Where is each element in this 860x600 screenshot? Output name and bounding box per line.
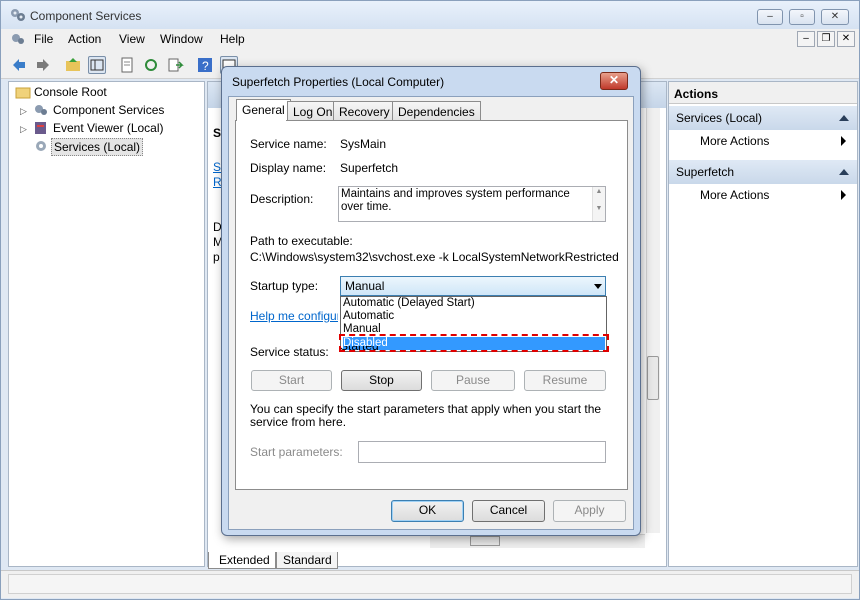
description-text: Maintains and improves system performanc… xyxy=(341,188,570,213)
services-gear-icon xyxy=(33,139,49,153)
scrollbar-thumb[interactable] xyxy=(647,356,659,400)
tab-recovery[interactable]: Recovery xyxy=(333,101,396,121)
service-status-value: Started xyxy=(340,346,379,353)
start-button[interactable]: Start xyxy=(251,370,332,391)
component-services-icon xyxy=(33,103,49,117)
description-fragment: p xyxy=(213,250,220,264)
more-actions-services[interactable]: More Actions xyxy=(700,134,769,148)
component-services-icon xyxy=(10,8,26,22)
mdi-restore-icon[interactable]: ❐ xyxy=(817,31,835,47)
description-scrollbar[interactable]: ▲ ▼ xyxy=(592,187,605,221)
pause-button[interactable]: Pause xyxy=(431,370,515,391)
expand-icon[interactable]: ▷ xyxy=(20,106,27,117)
properties-icon[interactable] xyxy=(118,56,136,74)
menu-action[interactable]: Action xyxy=(68,32,101,46)
display-name-label: Display name: xyxy=(250,161,327,175)
mdi-close-icon[interactable]: ✕ xyxy=(837,31,855,47)
hscroll-thumb[interactable] xyxy=(470,536,500,546)
tab-standard[interactable]: Standard xyxy=(283,553,332,567)
menu-file[interactable]: File xyxy=(34,32,53,46)
description-label: Description: xyxy=(250,192,314,206)
service-heading: S xyxy=(213,126,222,140)
show-hide-tree-icon[interactable] xyxy=(88,56,106,74)
mdi-minimize-icon[interactable]: ‒ xyxy=(797,31,815,47)
actions-group-label: Services (Local) xyxy=(676,111,763,125)
option-automatic-delayed[interactable]: Automatic (Delayed Start) xyxy=(343,297,605,310)
tree-item-event-viewer[interactable]: Event Viewer (Local) xyxy=(53,121,164,135)
horizontal-scrollbar[interactable] xyxy=(430,534,645,548)
highlight-box xyxy=(339,334,609,352)
back-icon[interactable] xyxy=(10,56,28,74)
status-bar-panel xyxy=(8,574,852,594)
help-configure-link[interactable]: Help me configure s xyxy=(250,309,338,323)
actions-group-services-local[interactable]: Services (Local) xyxy=(669,106,857,130)
option-automatic[interactable]: Automatic xyxy=(343,310,605,323)
folder-icon xyxy=(15,85,31,99)
submenu-arrow-icon xyxy=(841,136,846,146)
actions-title: Actions xyxy=(669,82,857,104)
cancel-button[interactable]: Cancel xyxy=(472,500,545,522)
tab-extended[interactable]: Extended xyxy=(219,553,270,567)
start-params-input[interactable] xyxy=(358,441,606,463)
service-name-label: Service name: xyxy=(250,137,327,151)
startup-type-value: Manual xyxy=(345,279,385,293)
mmc-icon[interactable] xyxy=(10,32,26,46)
submenu-arrow-icon xyxy=(841,190,846,200)
display-name-value: Superfetch xyxy=(340,161,399,175)
startup-type-select[interactable]: Manual xyxy=(340,276,606,296)
forward-icon[interactable] xyxy=(34,56,52,74)
chevron-down-icon[interactable] xyxy=(594,284,602,289)
collapse-icon[interactable] xyxy=(839,115,849,121)
start-params-note: You can specify the start parameters tha… xyxy=(250,402,602,429)
service-name-value: SysMain xyxy=(340,137,387,151)
refresh-icon[interactable] xyxy=(142,56,160,74)
up-folder-icon[interactable] xyxy=(64,56,82,74)
path-value: C:\Windows\system32\svchost.exe -k Local… xyxy=(250,250,619,264)
tab-log-on[interactable]: Log On xyxy=(287,101,339,121)
expand-icon[interactable]: ▷ xyxy=(20,124,27,135)
maximize-button[interactable]: ▫ xyxy=(789,9,815,25)
start-params-label: Start parameters: xyxy=(250,445,343,459)
ok-button[interactable]: OK xyxy=(391,500,464,522)
actions-pane xyxy=(668,81,858,567)
tab-dependencies[interactable]: Dependencies xyxy=(392,101,481,121)
apply-button[interactable]: Apply xyxy=(553,500,626,522)
more-actions-superfetch[interactable]: More Actions xyxy=(700,188,769,202)
window-title: Component Services xyxy=(30,9,142,23)
menu-help[interactable]: Help xyxy=(220,32,245,46)
dialog-close-button[interactable]: ✕ xyxy=(600,72,628,90)
export-list-icon[interactable] xyxy=(166,56,184,74)
menu-window[interactable]: Window xyxy=(160,32,203,46)
resume-button[interactable]: Resume xyxy=(524,370,606,391)
minimize-button[interactable]: ‒ xyxy=(757,9,783,25)
menu-view[interactable]: View xyxy=(119,32,145,46)
active-tab-joiner xyxy=(237,119,286,122)
event-viewer-icon xyxy=(33,121,49,135)
tree-item-services-local[interactable]: Services (Local) xyxy=(51,138,144,156)
actions-group-label: Superfetch xyxy=(676,165,735,179)
vertical-scrollbar[interactable] xyxy=(646,108,660,533)
tree-item-component-services[interactable]: Component Services xyxy=(53,103,164,117)
help-icon[interactable]: ? xyxy=(196,56,214,74)
svg-text:?: ? xyxy=(202,59,209,73)
service-status-label: Service status: xyxy=(250,345,329,359)
path-label: Path to executable: xyxy=(250,234,353,248)
stop-button[interactable]: Stop xyxy=(341,370,422,391)
tree-item-console-root[interactable]: Console Root xyxy=(34,85,107,99)
close-button[interactable]: ✕ xyxy=(821,9,849,25)
stop-service-link[interactable]: S xyxy=(213,160,221,174)
collapse-icon[interactable] xyxy=(839,169,849,175)
startup-type-label: Startup type: xyxy=(250,279,319,293)
actions-group-superfetch[interactable]: Superfetch xyxy=(669,160,857,184)
dialog-title: Superfetch Properties (Local Computer) xyxy=(232,75,445,89)
